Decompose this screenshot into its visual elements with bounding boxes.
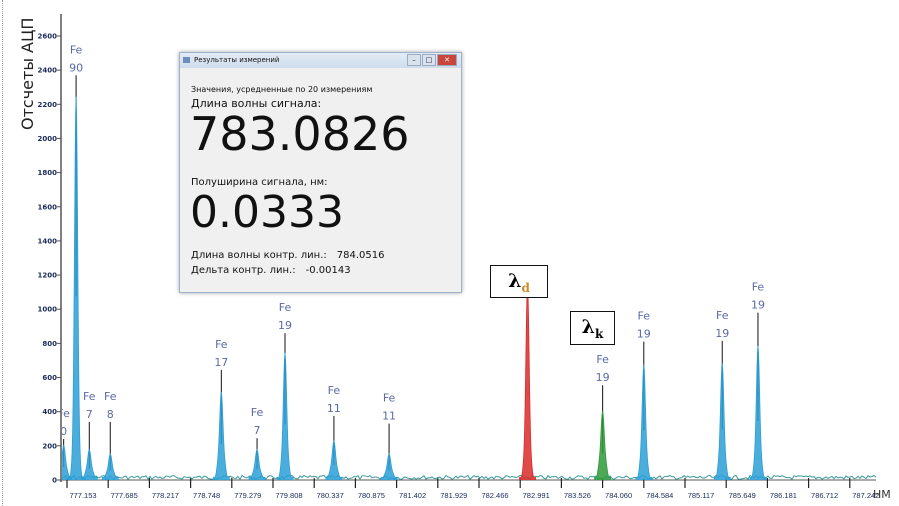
spectral-peak: [380, 453, 398, 480]
peak-number-label: 19: [637, 328, 651, 341]
peak-number-label: 7: [86, 408, 93, 421]
x-tick-label: 782.991: [523, 491, 550, 500]
lambda-d-annotation: λd: [490, 265, 548, 298]
y-tick-label: 1200: [38, 272, 58, 280]
spectral-peak: [101, 453, 119, 480]
spectral-peak: [713, 362, 731, 480]
peak-element-label: Fe: [83, 390, 96, 403]
y-tick-label: 1600: [38, 203, 58, 211]
y-tick-label: 1000: [38, 306, 58, 314]
y-tick-label: 2200: [38, 101, 58, 109]
x-tick-label: 781.402: [399, 491, 426, 500]
measurement-results-dialog: Результаты измерений – □ ✕ Значения, уср…: [179, 52, 462, 293]
peak-element-label: Fe: [328, 384, 341, 397]
y-tick-label: 1400: [38, 237, 58, 245]
x-tick-label: 781.929: [440, 491, 467, 500]
x-tick-label: 777.685: [111, 491, 138, 500]
wavelength-value: 783.0826: [190, 107, 410, 161]
spectral-peak: [80, 448, 98, 480]
peak-element-label: Fe: [383, 392, 396, 405]
peak-number-label: 19: [596, 371, 610, 384]
x-tick-label: 779.279: [234, 491, 261, 500]
averaged-note: Значения, усредненные по 20 измерениям: [191, 85, 373, 94]
peak-element-label: Fe: [752, 281, 765, 294]
x-tick-label: 778.217: [152, 491, 179, 500]
x-tick-label: 785.649: [729, 491, 756, 500]
spectral-peak: [62, 444, 73, 480]
dialog-titlebar[interactable]: Результаты измерений – □ ✕: [180, 53, 461, 68]
spectral-peak: [212, 392, 230, 480]
peak-number-label: 8: [107, 408, 114, 421]
x-axis-unit: НМ: [873, 488, 891, 501]
lambda-k-annotation: λk: [570, 311, 615, 345]
y-tick-label: 2400: [38, 67, 58, 75]
halfwidth-value: 0.0333: [190, 187, 344, 238]
x-tick-label: 778.748: [193, 491, 220, 500]
peak-element-label: Fe: [251, 406, 264, 419]
spectral-peak: [248, 448, 266, 480]
y-tick-label: 400: [42, 408, 57, 416]
x-tick-label: 777.153: [69, 491, 96, 500]
spectral-peak: [67, 96, 85, 480]
lambda-d-subscript: d: [521, 280, 530, 295]
peak-number-label: 19: [751, 299, 765, 312]
y-tick-label: 2600: [38, 33, 58, 41]
y-tick-label: 2000: [38, 135, 58, 143]
spectral-peak: [519, 284, 536, 480]
peak-number-label: 19: [715, 327, 729, 340]
peak-element-label: Fe: [596, 353, 609, 366]
x-tick-label: 780.875: [358, 491, 385, 500]
spectral-peak: [749, 345, 767, 480]
peak-element-label: Fe: [57, 407, 70, 420]
peak-number-label: 19: [278, 319, 292, 332]
control-delta-row: Дельта контр. лин.: -0.00143: [191, 265, 351, 276]
x-tick-label: 780.337: [317, 491, 344, 500]
spectral-peak: [325, 439, 343, 480]
y-tick-label: 800: [42, 340, 57, 348]
x-tick-label: 779.808: [275, 491, 302, 500]
control-wavelength-label: Длина волны контр. лин.:: [191, 250, 327, 261]
y-tick-label: 1800: [38, 169, 58, 177]
peak-number-label: 17: [214, 356, 228, 369]
app-icon: [183, 57, 190, 63]
x-tick-label: 786.181: [770, 491, 797, 500]
x-tick-label: 786.712: [811, 491, 838, 500]
peak-number-label: 7: [254, 424, 261, 437]
peak-number-label: 90: [69, 61, 83, 74]
peak-element-label: Fe: [215, 338, 228, 351]
y-tick-label: 600: [42, 374, 57, 382]
x-tick-label: 784.060: [605, 491, 632, 500]
maximize-button[interactable]: □: [422, 54, 436, 66]
x-tick-label: 784.584: [646, 491, 673, 500]
y-tick-label: 200: [42, 442, 57, 450]
peak-number-label: 11: [327, 402, 341, 415]
dialog-title: Результаты измерений: [194, 56, 280, 64]
y-axis-title: Отсчеты АЦП: [18, 17, 37, 130]
close-button[interactable]: ✕: [437, 54, 457, 66]
control-wavelength-value: 784.0516: [336, 250, 385, 261]
control-delta-value: -0.00143: [305, 265, 351, 276]
lambda-d-symbol: λ: [508, 270, 522, 292]
minimize-button[interactable]: –: [407, 54, 421, 66]
control-delta-label: Дельта контр. лин.:: [191, 265, 296, 276]
peak-element-label: Fe: [716, 309, 729, 322]
x-tick-label: 783.526: [564, 491, 591, 500]
spectral-peak: [635, 364, 653, 480]
y-tick-label: 0: [52, 477, 57, 485]
lambda-k-subscript: k: [595, 326, 604, 341]
peak-element-label: Fe: [70, 43, 83, 56]
spectral-peak: [594, 411, 612, 480]
peak-number-label: 11: [382, 410, 396, 423]
lambda-k-symbol: λ: [581, 316, 595, 338]
control-wavelength-row: Длина волны контр. лин.: 784.0516: [191, 250, 385, 261]
x-tick-label: 785.117: [688, 491, 715, 500]
x-tick-label: 782.466: [481, 491, 508, 500]
spectral-peak: [276, 352, 294, 480]
peak-element-label: Fe: [638, 310, 651, 323]
peak-element-label: Fe: [279, 301, 292, 314]
peak-element-label: Fe: [104, 390, 117, 403]
